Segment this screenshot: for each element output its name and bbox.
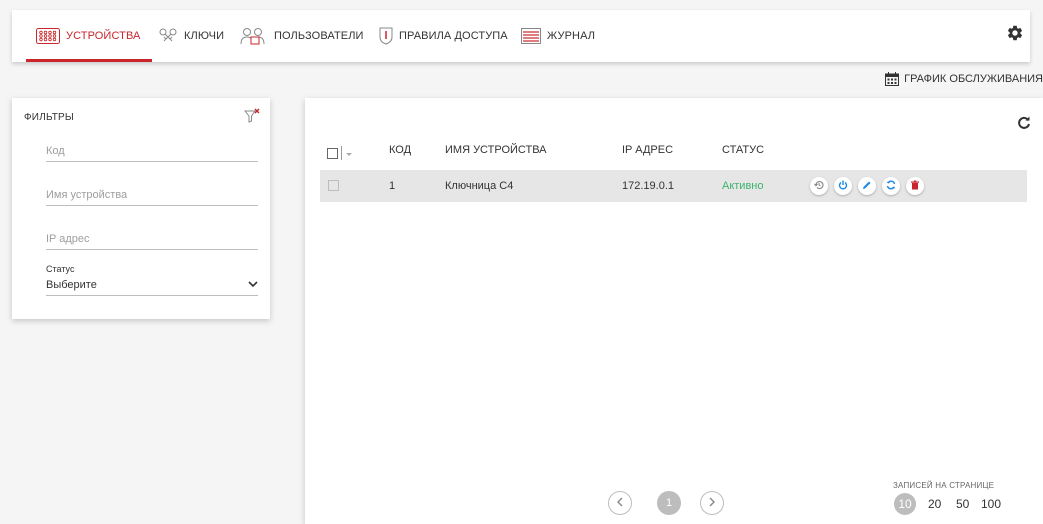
sync-icon	[886, 177, 896, 195]
trash-icon	[910, 177, 920, 195]
tab-keys-label: КЛЮЧИ	[184, 30, 225, 42]
per-page-option-10[interactable]: 10	[894, 493, 916, 515]
row-code: 1	[389, 180, 396, 192]
tab-users-label: ПОЛЬЗОВАТЕЛИ	[274, 30, 364, 42]
chevron-down-icon	[248, 279, 258, 291]
caret-down-icon	[346, 144, 352, 162]
column-header-code[interactable]: КОД	[389, 144, 411, 156]
status-filter-value: Выберите	[46, 278, 97, 291]
power-icon	[838, 177, 848, 195]
settings-button[interactable]	[1004, 24, 1026, 46]
refresh-icon	[1017, 116, 1031, 134]
column-header-device-name[interactable]: ИМЯ УСТРОЙСТВА	[445, 144, 547, 156]
delete-button[interactable]	[906, 177, 924, 195]
filters-title: ФИЛЬТРЫ	[24, 112, 74, 123]
tab-journal-label: ЖУРНАЛ	[547, 30, 596, 42]
next-page-button[interactable]	[700, 491, 724, 515]
current-page-button[interactable]: 1	[657, 491, 681, 515]
history-icon	[814, 177, 824, 195]
per-page-label: ЗАПИСЕЙ НА СТРАНИЦЕ	[893, 481, 995, 490]
row-ip: 172.19.0.1	[622, 180, 674, 192]
devices-grid-icon	[36, 28, 60, 44]
table-row[interactable]: 1 Ключница С4 172.19.0.1 Активно	[320, 170, 1027, 202]
per-page-option-50[interactable]: 50	[956, 497, 969, 511]
top-navigation: УСТРОЙСТВА КЛЮЧИ ПОЛЬЗОВАТЕЛИ ПРАВИЛА ДО…	[12, 10, 1030, 62]
column-header-ip[interactable]: IP АДРЕС	[622, 144, 673, 156]
clear-filter-button[interactable]	[243, 108, 260, 124]
select-all-checkbox[interactable]	[327, 144, 352, 162]
gear-icon	[1006, 24, 1024, 47]
code-filter-input[interactable]	[46, 140, 258, 162]
shield-icon	[379, 27, 393, 45]
row-status: Активно	[722, 180, 764, 192]
tab-keys[interactable]: КЛЮЧИ	[158, 10, 224, 62]
previous-page-button[interactable]	[608, 491, 632, 515]
status-filter-label: Статус	[46, 264, 75, 274]
tab-access-rules[interactable]: ПРАВИЛА ДОСТУПА	[379, 10, 508, 62]
sync-button[interactable]	[882, 177, 900, 195]
history-button[interactable]	[810, 177, 828, 195]
tab-access-rules-label: ПРАВИЛА ДОСТУПА	[399, 30, 508, 42]
device-name-filter-input[interactable]	[46, 184, 258, 206]
row-device-name: Ключница С4	[445, 180, 514, 192]
calendar-icon	[885, 72, 900, 86]
per-page-option-100[interactable]: 100	[981, 497, 1001, 511]
column-header-status[interactable]: СТАТУС	[722, 144, 764, 156]
power-button[interactable]	[834, 177, 852, 195]
journal-icon	[521, 28, 541, 44]
keys-icon	[158, 27, 178, 45]
chevron-left-icon	[616, 497, 624, 510]
edit-button[interactable]	[858, 177, 876, 195]
per-page-option-20[interactable]: 20	[928, 497, 941, 511]
tab-users[interactable]: ПОЛЬЗОВАТЕЛИ	[240, 10, 364, 62]
status-filter-select[interactable]: Выберите	[46, 274, 258, 296]
ip-filter-input[interactable]	[46, 228, 258, 250]
tab-devices-label: УСТРОЙСТВА	[66, 30, 141, 42]
divider	[341, 146, 342, 160]
maintenance-schedule-label: ГРАФИК ОБСЛУЖИВАНИЯ	[904, 73, 1043, 85]
tab-journal[interactable]: ЖУРНАЛ	[521, 10, 595, 62]
users-icon	[240, 27, 268, 45]
row-checkbox[interactable]	[328, 180, 339, 191]
tab-devices[interactable]: УСТРОЙСТВА	[25, 10, 153, 62]
checkbox-box	[327, 147, 338, 159]
clear-filter-icon	[243, 108, 260, 128]
chevron-right-icon	[708, 497, 716, 510]
refresh-button[interactable]	[1017, 116, 1031, 130]
devices-table-panel: КОД ИМЯ УСТРОЙСТВА IP АДРЕС СТАТУС 1 Клю…	[305, 98, 1043, 524]
maintenance-schedule-link[interactable]: ГРАФИК ОБСЛУЖИВАНИЯ	[885, 72, 1043, 86]
pencil-icon	[862, 177, 872, 195]
filters-panel: ФИЛЬТРЫ Статус Выберите	[12, 98, 270, 319]
